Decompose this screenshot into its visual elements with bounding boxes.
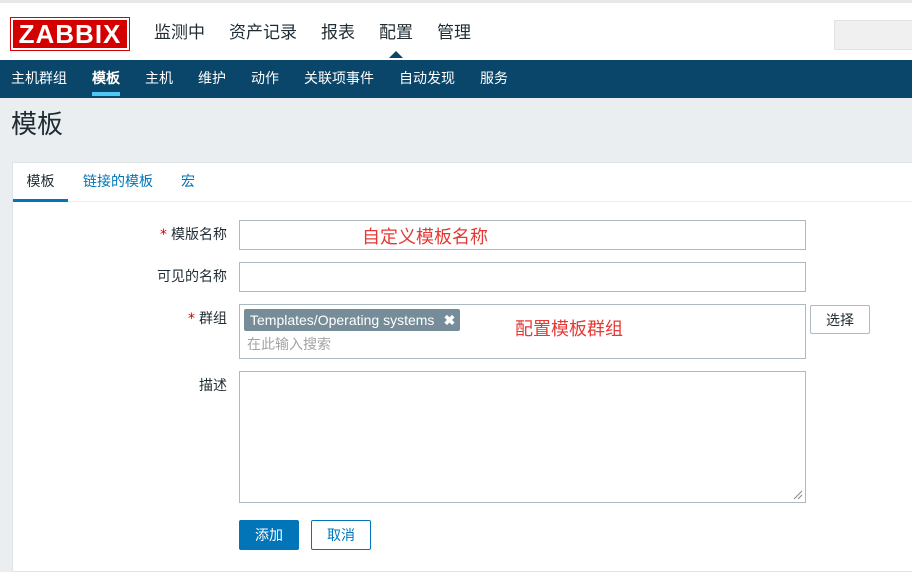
- template-form-card: 模板 链接的模板 宏 * 模版名称 自定义模板名称 可见的名称 * 群组 Templ…: [12, 162, 912, 572]
- submenu-hosts[interactable]: 主机: [145, 60, 173, 98]
- group-tag: Templates/Operating systems ✖: [244, 309, 461, 331]
- submenu-actions[interactable]: 动作: [251, 60, 279, 98]
- add-button[interactable]: 添加: [239, 520, 299, 550]
- page-title: 模板: [11, 110, 64, 140]
- global-search-input[interactable]: [834, 20, 912, 50]
- template-name-label: * 模版名称: [160, 227, 227, 243]
- template-name-input[interactable]: [239, 220, 806, 250]
- main-menu: 监测中 资产记录 报表 配置 管理: [154, 21, 471, 58]
- form-tabs: 模板 链接的模板 宏: [13, 163, 912, 202]
- remove-tag-icon[interactable]: ✖: [444, 309, 456, 331]
- zabbix-logo[interactable]: ZABBIX: [10, 17, 130, 51]
- menu-monitoring[interactable]: 监测中: [154, 21, 205, 45]
- groups-annotation: 配置模板群组: [515, 319, 623, 340]
- submenu-discovery[interactable]: 自动发现: [399, 60, 455, 98]
- top-header: ZABBIX 监测中 资产记录 报表 配置 管理: [0, 0, 912, 60]
- submenu-host-groups[interactable]: 主机群组: [11, 60, 67, 98]
- group-search-input[interactable]: 在此输入搜索: [247, 335, 331, 355]
- template-name-annotation: 自定义模板名称: [362, 227, 488, 248]
- description-textarea[interactable]: [239, 371, 806, 503]
- tab-linked-templates[interactable]: 链接的模板: [80, 163, 156, 202]
- tab-template[interactable]: 模板: [13, 163, 68, 202]
- cancel-button[interactable]: 取消: [311, 520, 371, 550]
- description-label: 描述: [199, 378, 227, 394]
- menu-configuration[interactable]: 配置: [379, 21, 413, 58]
- visible-name-input[interactable]: [239, 262, 806, 292]
- menu-reports[interactable]: 报表: [321, 21, 355, 45]
- groups-label: * 群组: [188, 311, 227, 327]
- menu-inventory[interactable]: 资产记录: [229, 21, 297, 45]
- submenu-maintenance[interactable]: 维护: [198, 60, 226, 98]
- resize-handle-icon[interactable]: [793, 490, 803, 500]
- visible-name-label: 可见的名称: [157, 269, 227, 285]
- submenu-correlation[interactable]: 关联项事件: [304, 60, 374, 98]
- tab-macros[interactable]: 宏: [177, 163, 199, 202]
- group-tag-label: Templates/Operating systems: [250, 312, 435, 328]
- select-group-button[interactable]: 选择: [810, 305, 870, 334]
- submenu-templates[interactable]: 模板: [92, 60, 120, 98]
- sub-menu: 主机群组 模板 主机 维护 动作 关联项事件 自动发现 服务: [0, 60, 912, 98]
- submenu-services[interactable]: 服务: [480, 60, 508, 98]
- required-marker: *: [160, 227, 167, 243]
- required-marker: *: [188, 311, 195, 327]
- menu-administration[interactable]: 管理: [437, 21, 471, 45]
